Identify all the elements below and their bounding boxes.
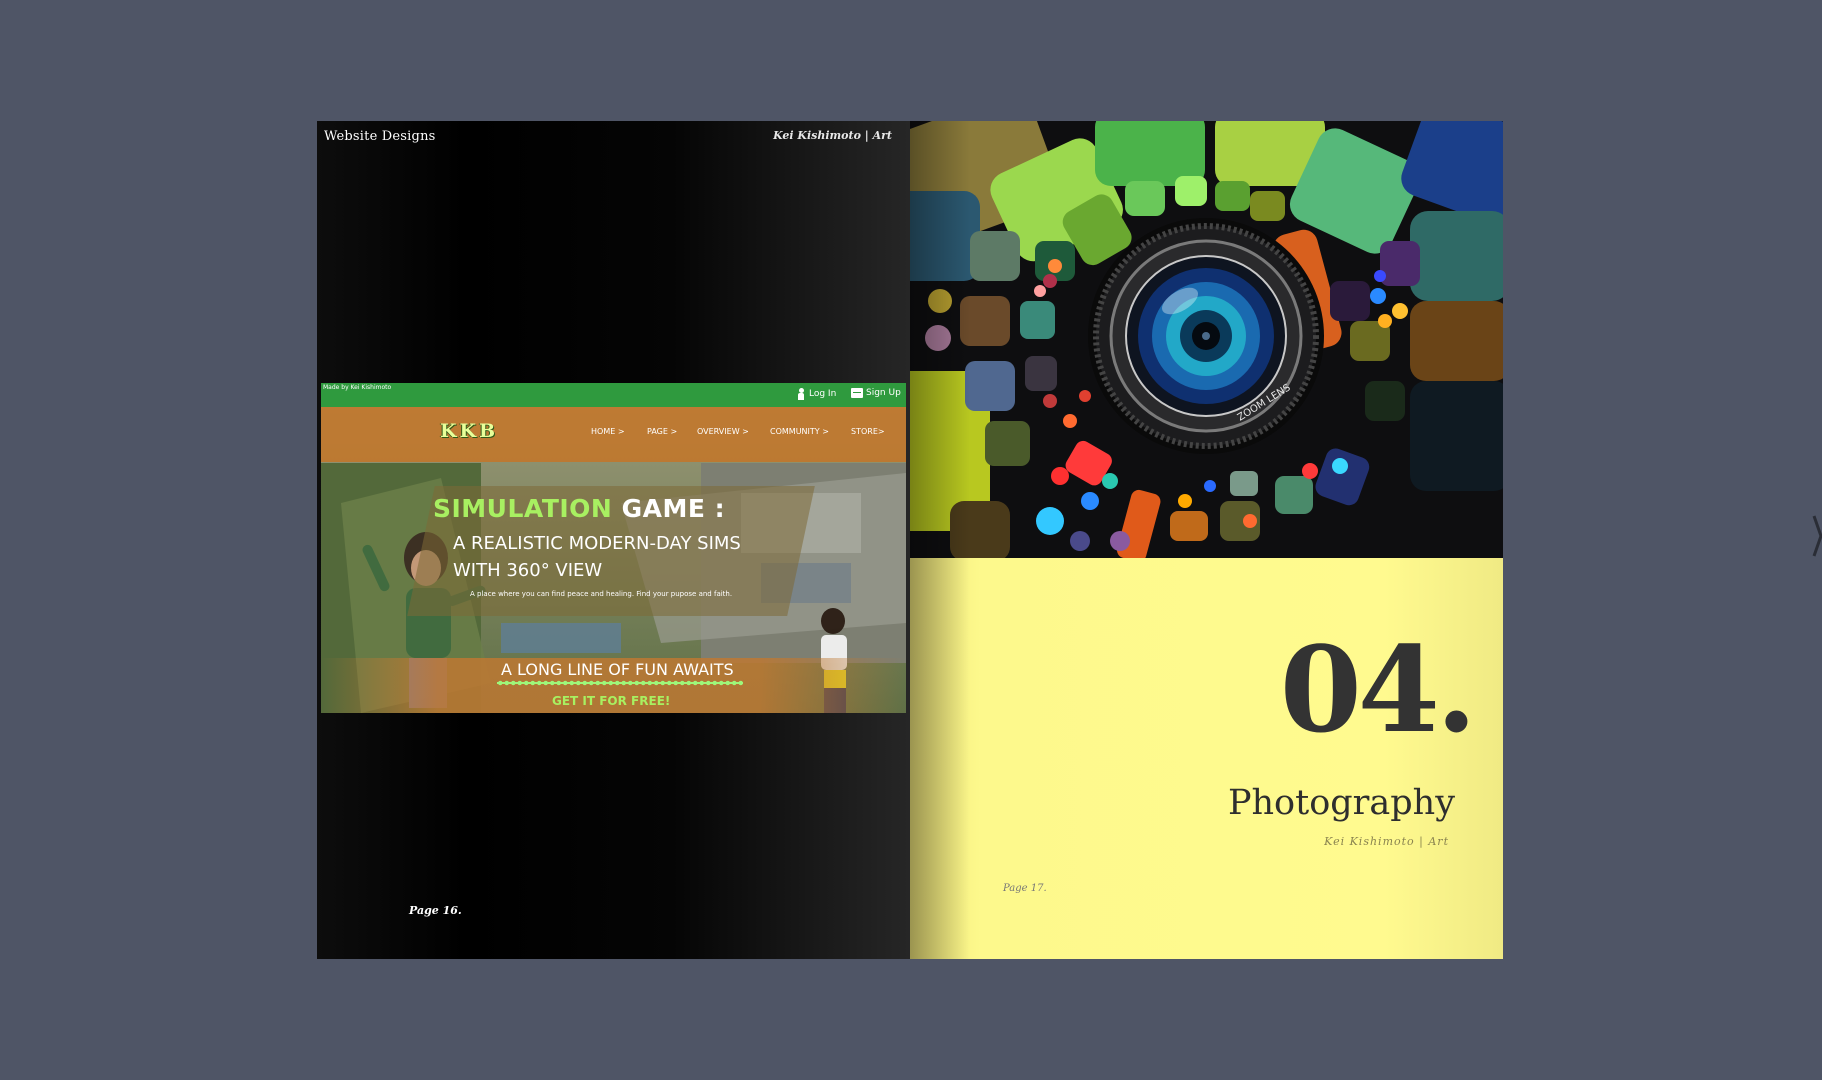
flipbook-viewer: Website Designs Kei Kishimoto | Art Made… [0,0,1822,1080]
user-icon [797,388,806,400]
nav-overview: OVERVIEW > [697,427,749,436]
nav-home: HOME > [591,427,625,436]
signup-label: Sign Up [866,388,901,398]
signup-link: Sign Up [851,388,901,398]
login-label: Log In [809,389,837,399]
lens-mosaic-illustration: ZOOM LENS [910,121,1503,558]
subhead-line-2: WITH 360° VIEW [453,560,603,581]
page-number-right: Page 17. [1003,883,1047,894]
nav-store: STORE> [851,427,885,436]
book-spread: Website Designs Kei Kishimoto | Art Made… [317,121,1503,959]
subhead-line-1: A REALISTIC MODERN-DAY SIMS [453,533,741,554]
chapter-title: Photography [1227,783,1455,823]
site-logo: KKB [440,420,499,442]
header-author: Kei Kishimoto | Art [773,129,892,142]
website-design-screenshot: Made by Kei Kishimoto Log In Sign Up KKB… [321,383,906,713]
made-by-label: Made by Kei Kishimoto [323,384,392,391]
hero-headline: SIMULATION GAME : [433,494,725,523]
hero-tagline: A place where you can find peace and hea… [470,590,733,598]
chapter-author: Kei Kishimoto | Art [1324,835,1449,848]
camera-lens-artwork: ZOOM LENS [910,121,1503,558]
hero-subhead: A REALISTIC MODERN-DAY SIMS WITH 360° VI… [453,530,741,584]
headline-white: GAME : [621,494,726,523]
page-16[interactable]: Website Designs Kei Kishimoto | Art Made… [317,121,910,959]
nav-community: COMMUNITY > [770,427,829,436]
get-it-free-button: GET IT FOR FREE! [552,694,671,708]
login-link: Log In [797,388,836,400]
dotted-divider [497,680,743,686]
headline-green: SIMULATION [433,494,613,523]
next-page-arrow-icon[interactable] [1812,506,1822,566]
cta-text: A LONG LINE OF FUN AWAITS [501,660,734,679]
chapter-number: 04. [1279,620,1477,759]
nav-page: PAGE > [647,427,678,436]
page-17[interactable]: ZOOM LENS 04. Photography Kei Kishimoto … [910,121,1503,959]
signup-icon [851,388,863,398]
section-title: Website Designs [324,129,436,144]
page-number-left: Page 16. [409,904,462,917]
